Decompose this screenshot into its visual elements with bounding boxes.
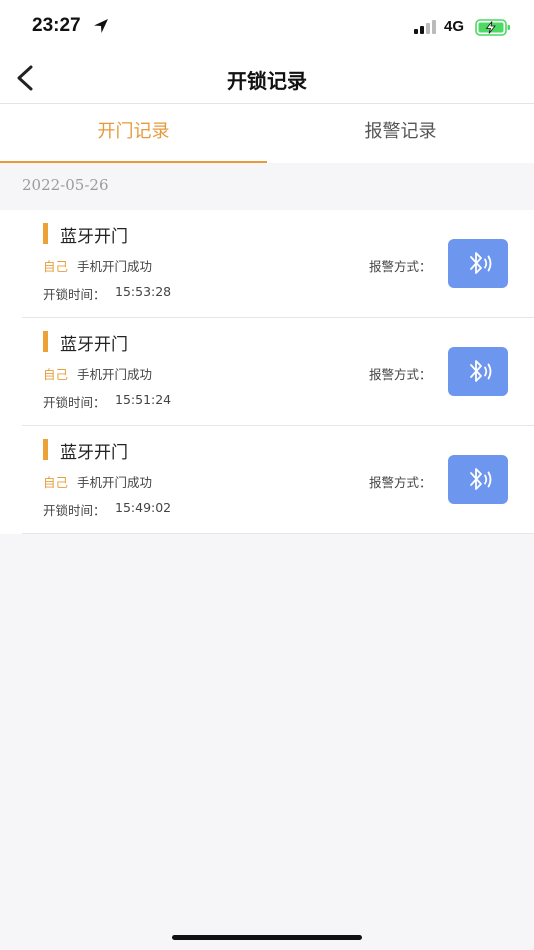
record-tabs: 开门记录 报警记录 — [0, 104, 534, 163]
bluetooth-icon — [470, 468, 492, 490]
record-list: 蓝牙开门 自己 手机开门成功 开锁时间： 15:53:28 报警方式： 蓝牙开门… — [0, 210, 534, 534]
record-operator: 自己 — [43, 475, 69, 490]
battery-charging-icon — [475, 19, 510, 36]
list-item[interactable]: 蓝牙开门 自己 手机开门成功 开锁时间： 15:49:02 报警方式： — [0, 426, 534, 534]
title-marker — [43, 439, 48, 460]
unlock-time-value: 15:53:28 — [115, 284, 172, 299]
title-marker — [43, 331, 48, 352]
record-operator: 自己 — [43, 367, 69, 382]
status-time: 23:27 — [32, 15, 81, 36]
location-arrow-icon — [94, 19, 108, 33]
unlock-time-label: 开锁时间： — [43, 395, 106, 410]
record-result: 手机开门成功 — [77, 367, 153, 382]
record-title: 蓝牙开门 — [60, 335, 128, 355]
tab-unlock-records[interactable]: 开门记录 — [0, 104, 267, 163]
date-group-header: 2022-05-26 — [22, 176, 109, 194]
unlock-time-value: 15:51:24 — [115, 392, 172, 407]
record-operator: 自己 — [43, 259, 69, 274]
bluetooth-icon — [470, 252, 492, 274]
status-bar: 23:27 4G — [0, 0, 534, 52]
signal-strength-icon — [414, 20, 436, 34]
alarm-method-label: 报警方式： — [369, 367, 432, 382]
home-indicator[interactable] — [172, 935, 362, 940]
bluetooth-method-button[interactable] — [448, 347, 508, 396]
unlock-time-label: 开锁时间： — [43, 503, 106, 518]
record-title: 蓝牙开门 — [60, 227, 128, 247]
list-item[interactable]: 蓝牙开门 自己 手机开门成功 开锁时间： 15:53:28 报警方式： — [0, 210, 534, 318]
page-title: 开锁记录 — [227, 69, 307, 93]
bluetooth-icon — [470, 360, 492, 382]
record-result: 手机开门成功 — [77, 259, 153, 274]
bluetooth-method-button[interactable] — [448, 455, 508, 504]
list-item[interactable]: 蓝牙开门 自己 手机开门成功 开锁时间： 15:51:24 报警方式： — [0, 318, 534, 426]
alarm-method-label: 报警方式： — [369, 475, 432, 490]
divider — [22, 533, 534, 534]
record-result: 手机开门成功 — [77, 475, 153, 490]
navigation-bar: 开锁记录 — [0, 52, 534, 104]
tab-alarm-records[interactable]: 报警记录 — [267, 104, 534, 163]
record-title: 蓝牙开门 — [60, 443, 128, 463]
unlock-time-label: 开锁时间： — [43, 287, 106, 302]
alarm-method-label: 报警方式： — [369, 259, 432, 274]
network-type: 4G — [444, 18, 465, 35]
title-marker — [43, 223, 48, 244]
unlock-time-value: 15:49:02 — [115, 500, 172, 515]
bluetooth-method-button[interactable] — [448, 239, 508, 288]
